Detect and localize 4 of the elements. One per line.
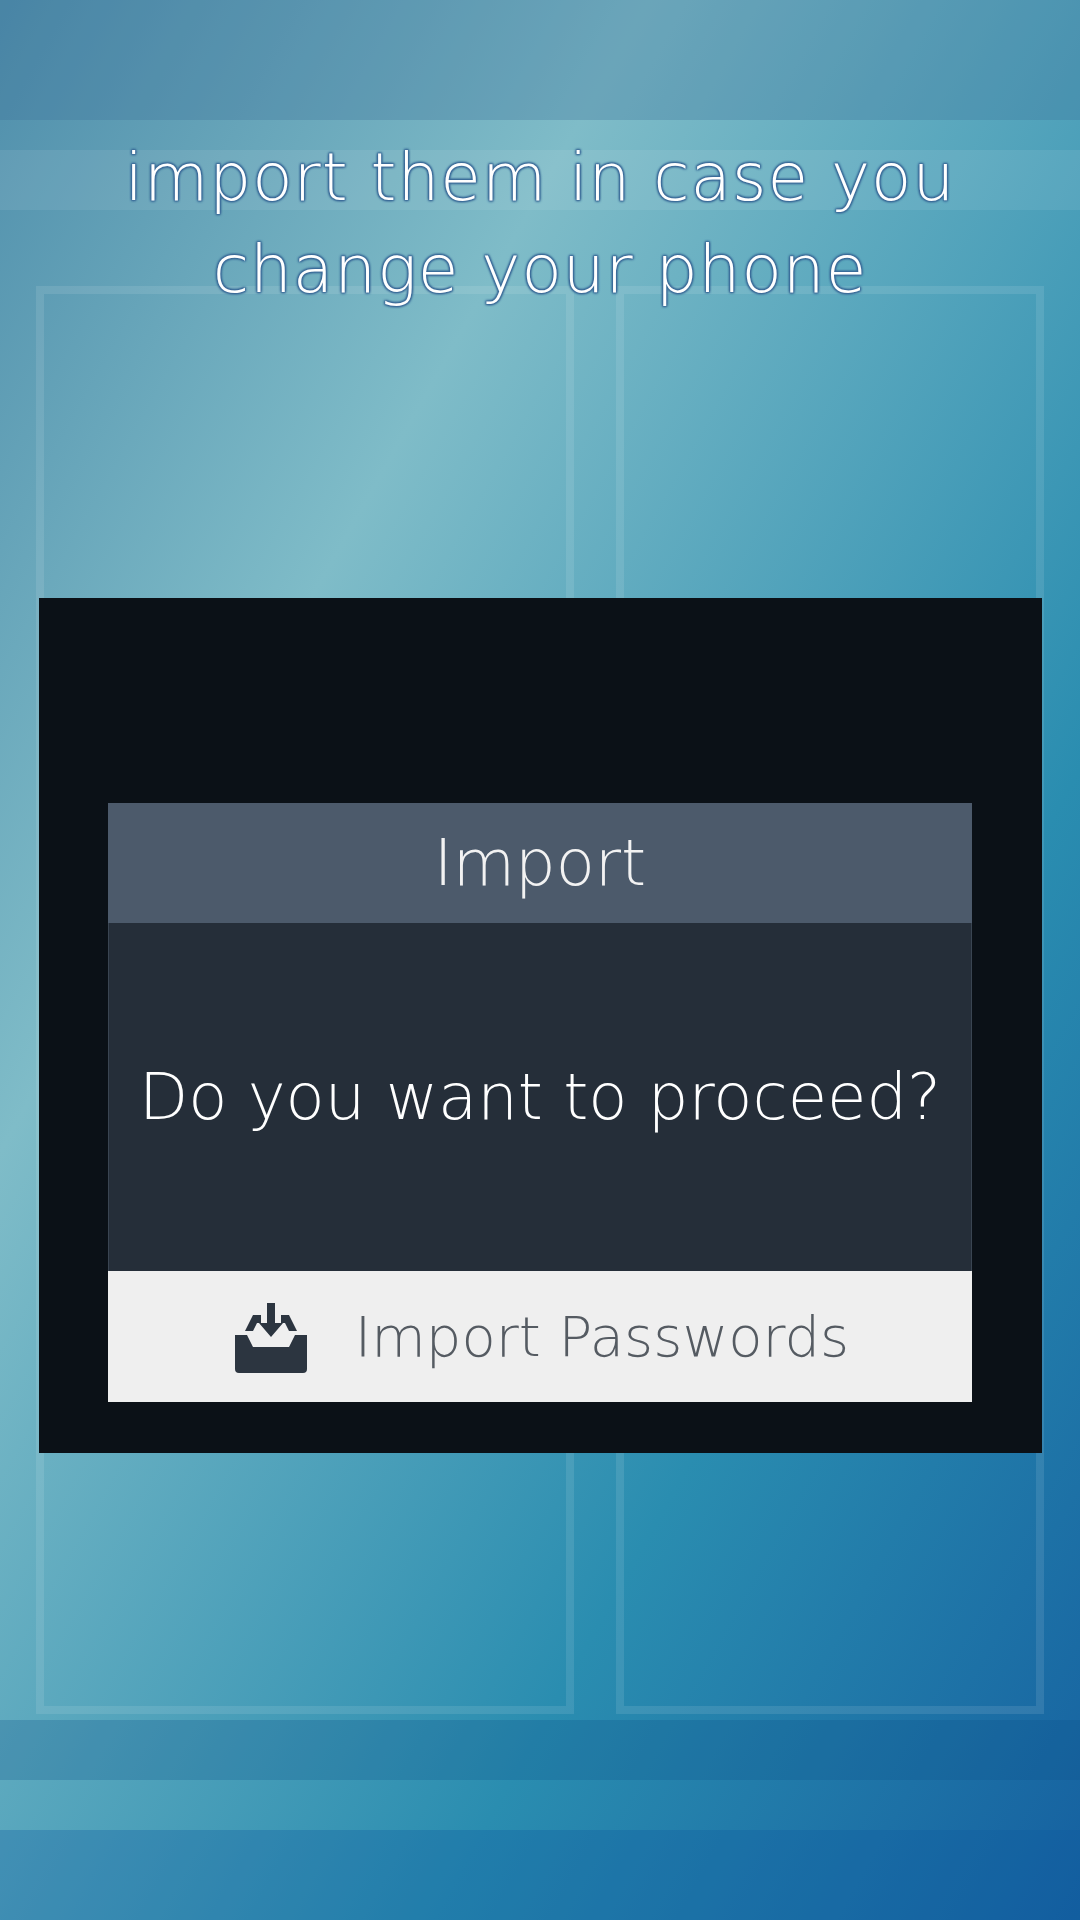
- import-button[interactable]: Import Passwords: [108, 1271, 972, 1402]
- headline: import them in case you change your phone: [123, 138, 957, 310]
- dialog-message: Do you want to proceed?: [108, 923, 972, 1271]
- dialog-title: Import: [108, 803, 972, 923]
